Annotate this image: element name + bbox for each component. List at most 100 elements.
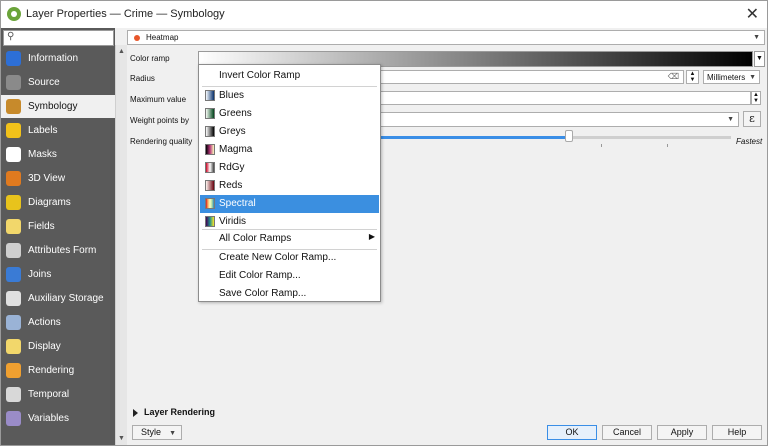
radius-unit-select[interactable]: Millimeters ▼ (703, 70, 760, 84)
sidebar-item-information[interactable]: Information (1, 47, 115, 70)
scroll-up-icon[interactable]: ▲ (118, 48, 125, 55)
max-value-label: Maximum value (130, 95, 187, 104)
heatmap-icon (134, 35, 140, 41)
chevron-down-icon: ▼ (753, 34, 760, 41)
sidebar-item-rendering[interactable]: Rendering (1, 359, 115, 382)
sidebar-item-actions[interactable]: Actions (1, 311, 115, 334)
greens-ramp-icon (205, 108, 215, 119)
menu-item-ramp-magma[interactable]: Magma (200, 141, 379, 159)
menu-item-edit-ramp[interactable]: Edit Color Ramp... (200, 267, 379, 285)
ramp-label: RdGy (219, 162, 245, 173)
renderer-select[interactable]: Heatmap ▼ (127, 30, 765, 45)
layer-rendering-label: Layer Rendering (144, 407, 216, 417)
quality-slider-track[interactable] (373, 136, 731, 139)
labels-icon (6, 123, 21, 138)
spectral-ramp-icon (205, 198, 215, 209)
cancel-button[interactable]: Cancel (602, 425, 652, 440)
diagrams-icon (6, 195, 21, 210)
clear-icon[interactable]: ⌫ (668, 72, 679, 81)
sidebar-item-display[interactable]: Display (1, 335, 115, 358)
scroll-down-icon[interactable]: ▼ (118, 435, 125, 442)
info-icon (6, 51, 21, 66)
sidebar-item-joins[interactable]: Joins (1, 263, 115, 286)
radius-spinner[interactable]: ▲ ▼ (686, 70, 699, 84)
qgis-logo-icon (7, 7, 21, 21)
menu-item-ramp-rdgy[interactable]: RdGy (200, 159, 379, 177)
sidebar-item-label: Masks (28, 149, 57, 160)
ok-button[interactable]: OK (547, 425, 597, 440)
sidebar-item-variables[interactable]: Variables (1, 407, 115, 430)
sidebar-item-auxiliary-storage[interactable]: Auxiliary Storage (1, 287, 115, 310)
apply-button[interactable]: Apply (657, 425, 707, 440)
sidebar-item-temporal[interactable]: Temporal (1, 383, 115, 406)
rendering-icon (6, 363, 21, 378)
sidebar-item-label: Variables (28, 413, 69, 424)
weight-label: Weight points by (130, 116, 189, 125)
rdgy-ramp-icon (205, 162, 215, 173)
menu-item-create-ramp[interactable]: Create New Color Ramp... (200, 249, 379, 267)
color-ramp-dropdown-button[interactable]: ▼ (754, 51, 765, 67)
sidebar-item-label: Symbology (28, 101, 78, 112)
menu-item-ramp-reds[interactable]: Reds (200, 177, 379, 195)
joins-icon (6, 267, 21, 282)
sidebar-item-label: Rendering (28, 365, 75, 376)
radius-label: Radius (130, 74, 155, 83)
sidebar-item-label: Temporal (28, 389, 70, 400)
style-button[interactable]: Style ▼ (132, 425, 182, 440)
expand-arrow-icon (133, 408, 138, 417)
source-icon (6, 75, 21, 90)
sidebar-item-label: Attributes Form (28, 245, 97, 256)
sidebar-item-symbology[interactable]: Symbology (1, 95, 115, 118)
sidebar-item-diagrams[interactable]: Diagrams (1, 191, 115, 214)
sidebar-item-masks[interactable]: Masks (1, 143, 115, 166)
sidebar-item-label: Display (28, 341, 61, 352)
layer-properties-window: Layer Properties — Crime — Symbology ✕ ⚲… (0, 0, 768, 446)
style-label: Style (141, 427, 162, 437)
sidebar-item-attributes-form[interactable]: Attributes Form (1, 239, 115, 262)
title-bar: Layer Properties — Crime — Symbology ✕ (1, 1, 767, 28)
ramp-label: Greys (219, 126, 246, 137)
sidebar-item-label: 3D View (28, 173, 66, 184)
close-icon[interactable]: ✕ (746, 4, 759, 24)
max-value-spinner[interactable]: ▲ ▼ (751, 91, 761, 105)
ramp-label: Spectral (219, 198, 256, 209)
sidebar: ⚲ Information Source Symbology Labels Masks 3… (1, 28, 115, 445)
chevron-down-icon: ▼ (749, 74, 756, 81)
masks-icon (6, 147, 21, 162)
menu-item-ramp-greens[interactable]: Greens (200, 105, 379, 123)
form-icon (6, 243, 21, 258)
window-title: Layer Properties — Crime — Symbology (26, 8, 225, 20)
menu-item-save-ramp[interactable]: Save Color Ramp... (200, 285, 379, 303)
color-ramp-label: Color ramp (130, 54, 170, 63)
sidebar-item-label: Actions (28, 317, 61, 328)
sidebar-item-source[interactable]: Source (1, 71, 115, 94)
storage-icon (6, 291, 21, 306)
expression-button[interactable]: ε (743, 111, 761, 127)
menu-item-ramp-blues[interactable]: Blues (200, 87, 379, 105)
sidebar-item-label: Information (28, 53, 79, 64)
menu-item-invert-ramp[interactable]: Invert Color Ramp (200, 67, 379, 85)
quality-slider-handle[interactable] (564, 130, 573, 142)
sidebar-item-fields[interactable]: Fields (1, 215, 115, 238)
menu-item-all-ramps[interactable]: All Color Ramps ▶ (200, 230, 379, 248)
clock-icon (6, 387, 21, 402)
greys-ramp-icon (205, 126, 215, 137)
renderer-selected: Heatmap (146, 33, 179, 42)
menu-item-ramp-greys[interactable]: Greys (200, 123, 379, 141)
magma-ramp-icon (205, 144, 215, 155)
menu-item-ramp-spectral[interactable]: Spectral (200, 195, 379, 213)
layer-rendering-toggle[interactable]: Layer Rendering (133, 407, 215, 417)
sidebar-search-input[interactable]: ⚲ (3, 30, 114, 46)
help-button[interactable]: Help (712, 425, 762, 440)
gear-icon (6, 315, 21, 330)
blues-ramp-icon (205, 90, 215, 101)
sidebar-scrollbar[interactable]: ▲ ▼ (115, 45, 127, 445)
search-icon: ⚲ (7, 31, 15, 42)
sidebar-item-labels[interactable]: Labels (1, 119, 115, 142)
ramp-label: Greens (219, 108, 252, 119)
sidebar-item-3d-view[interactable]: 3D View (1, 167, 115, 190)
sidebar-item-label: Diagrams (28, 197, 71, 208)
brush-icon (6, 99, 21, 114)
quality-end-label: Fastest (736, 137, 763, 146)
color-ramp-menu: Invert Color Ramp Blues Greens Greys Magma R… (198, 64, 381, 302)
